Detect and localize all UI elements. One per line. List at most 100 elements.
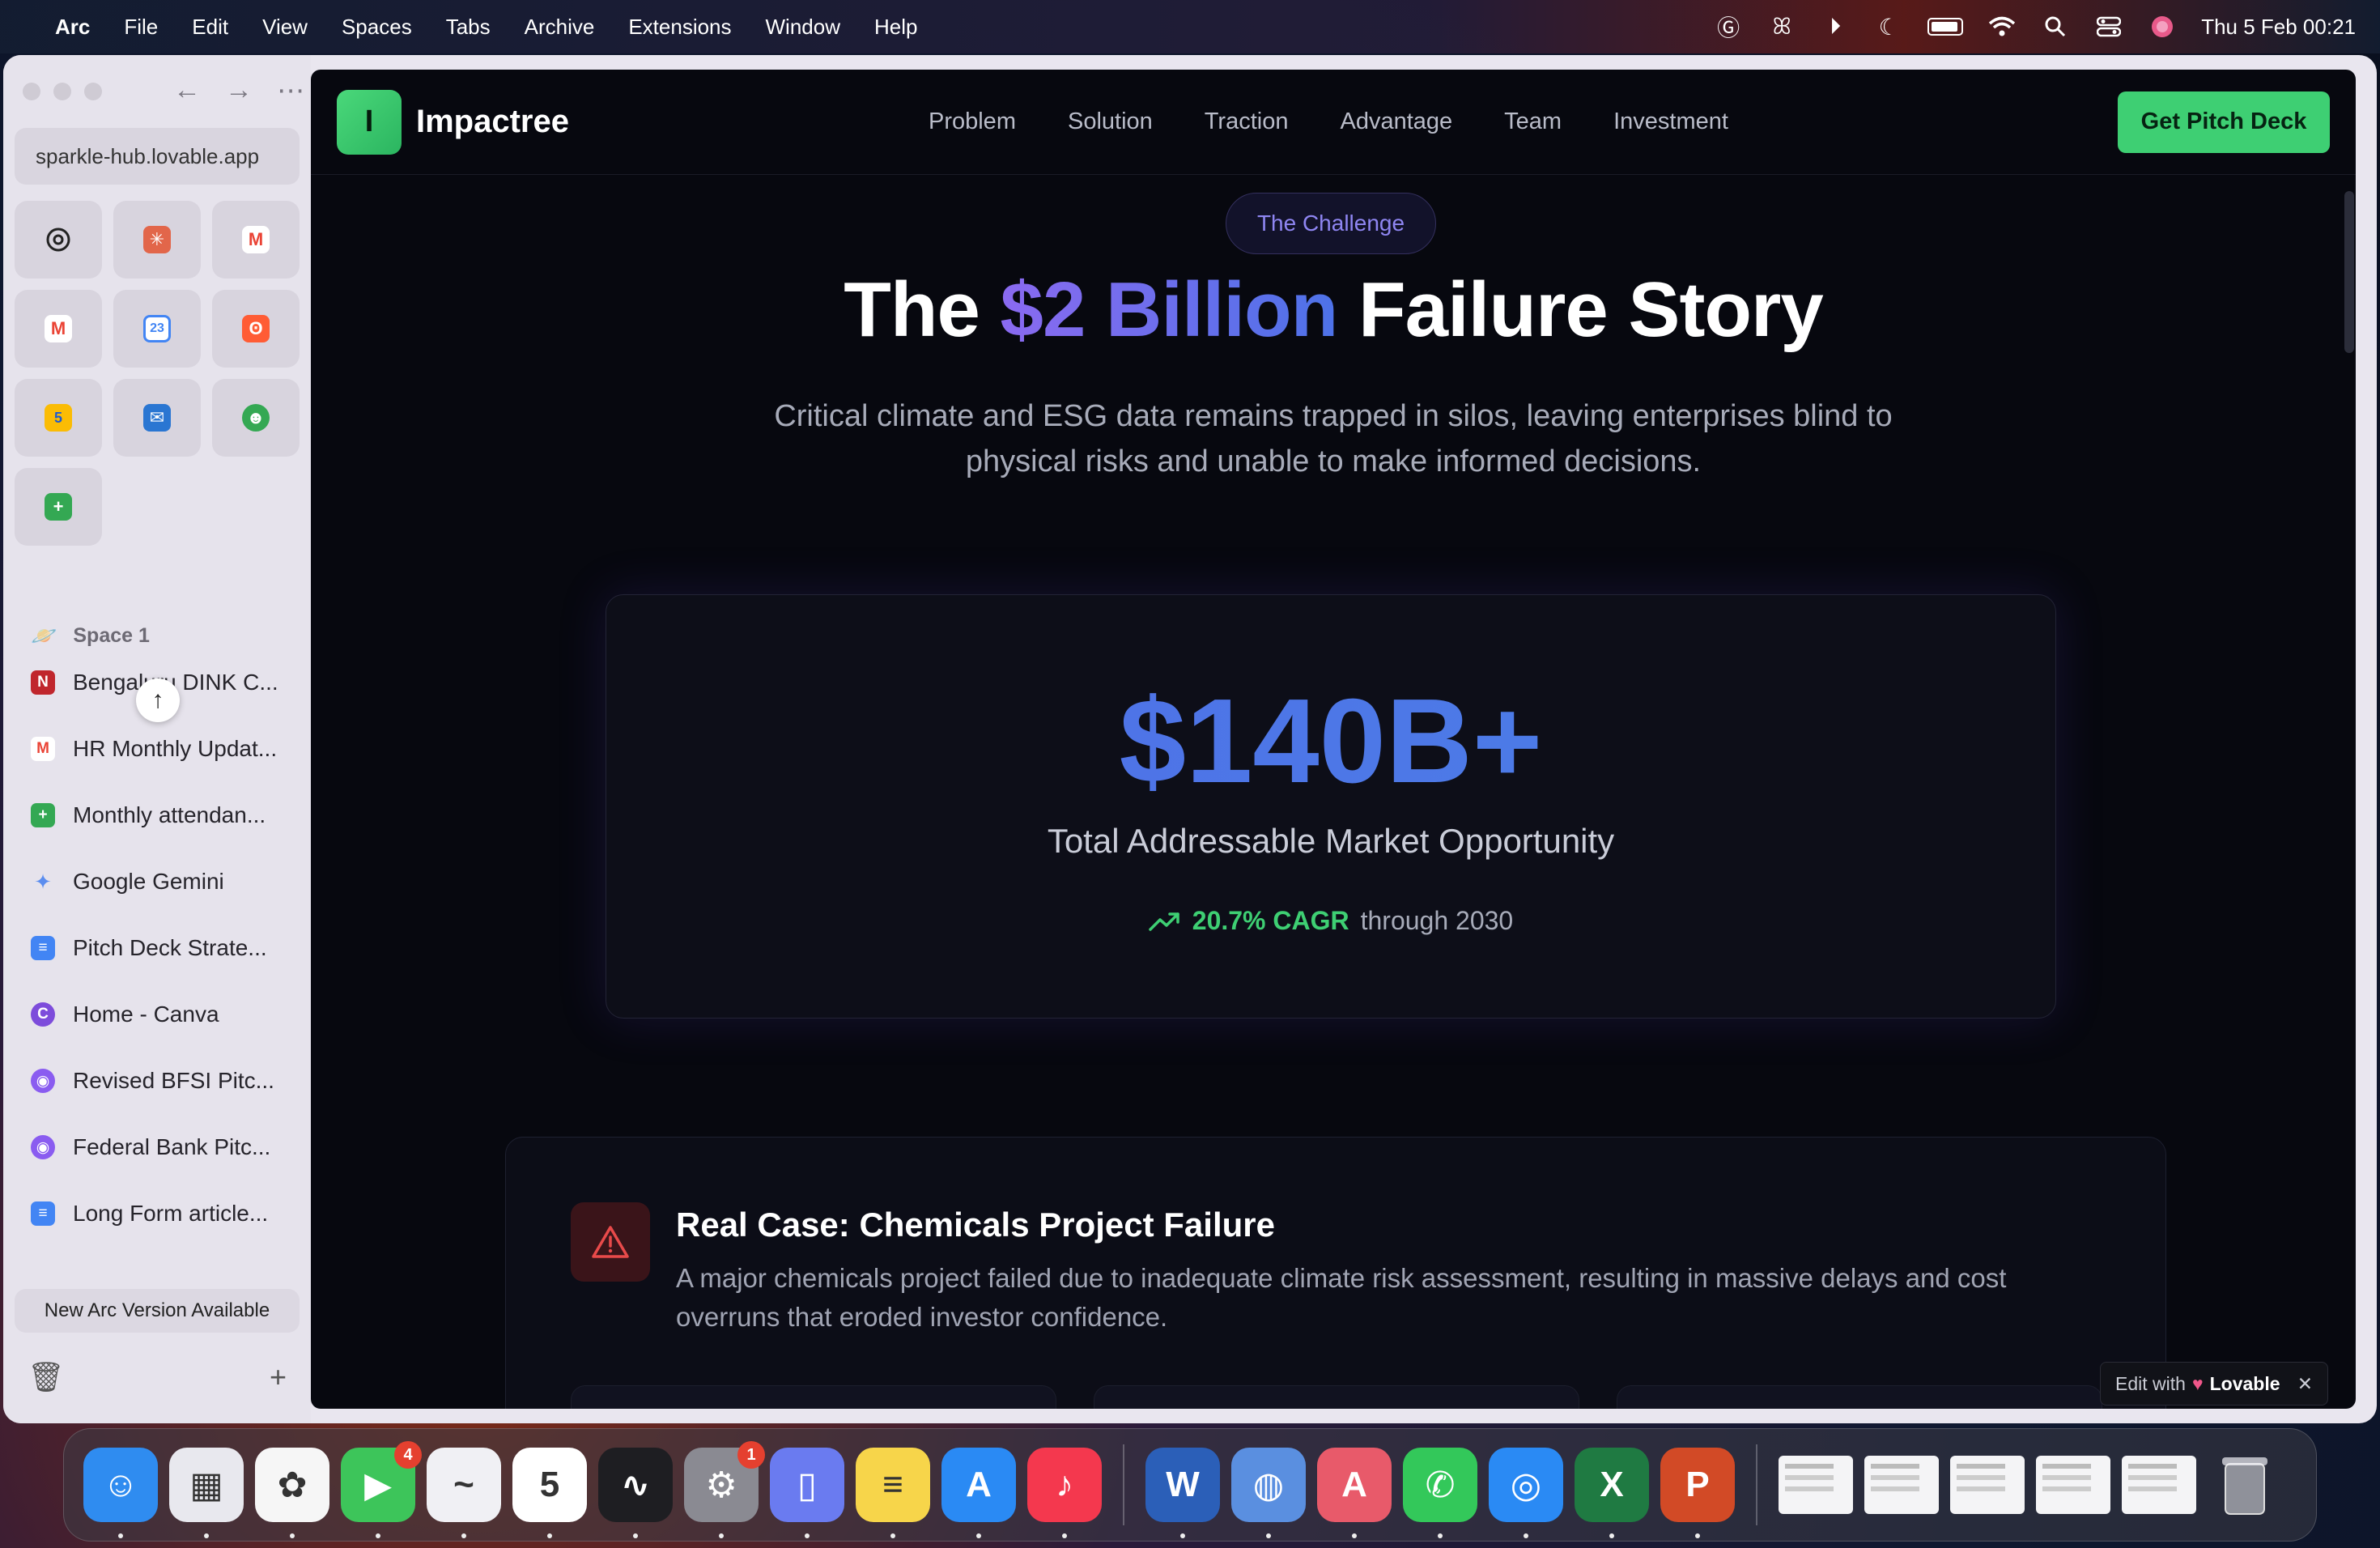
battery-icon[interactable] [1927,18,1964,36]
zoom-window-button[interactable] [84,83,102,100]
fav-claude[interactable]: ✳ [113,201,201,279]
stat-value: $140B+ [606,673,2055,810]
powerpoint-icon[interactable]: P [1660,1448,1735,1538]
notes-icon[interactable]: ≡ [856,1448,930,1538]
iphone-mirroring-icon[interactable]: ▯ [770,1448,844,1538]
update-available-button[interactable]: New Arc Version Available [15,1289,300,1333]
whatsapp-icon[interactable]: ✆ [1403,1448,1477,1538]
new-tab-plus-icon[interactable]: + [270,1360,287,1394]
grammarly-icon[interactable]: Ⓖ [1714,12,1743,41]
get-pitch-deck-button[interactable]: Get Pitch Deck [2118,91,2330,153]
fav-chatgpt[interactable] [15,201,102,279]
minimized-window-thumbnail[interactable] [2122,1456,2196,1514]
nav-advantage[interactable]: Advantage [1340,108,1452,135]
site-name[interactable]: Impactree [416,104,569,140]
edit-with-lovable-badge[interactable]: Edit with ♥ Lovable ✕ [2100,1362,2328,1406]
minimized-window-thumbnail[interactable] [1864,1456,1939,1514]
tab-item[interactable]: ✦ Google Gemini [3,848,311,915]
cloud-app-icon[interactable]: ◍ [1231,1448,1306,1538]
word-icon[interactable]: W [1145,1448,1220,1538]
minimized-window-thumbnail[interactable] [2036,1456,2110,1514]
running-indicator [118,1533,123,1538]
url-bar[interactable]: sparkle-hub.lovable.app [15,128,300,185]
moon-icon[interactable]: ☾ [1874,12,1903,41]
nav-solution[interactable]: Solution [1068,108,1153,135]
launchpad-icon[interactable]: ▦ [169,1448,244,1538]
page-subtitle: Critical climate and ESG data remains tr… [774,399,1893,478]
nav-team[interactable]: Team [1504,108,1562,135]
menu-file[interactable]: File [124,15,158,40]
menu-app-name[interactable]: Arc [55,15,90,40]
menu-help[interactable]: Help [874,15,917,40]
menu-view[interactable]: View [262,15,308,40]
fav-hubspot[interactable]: ʘ [212,290,300,368]
menu-clock[interactable]: Thu 5 Feb 00:21 [2201,15,2356,40]
safari-icon[interactable]: ◎ [1489,1448,1563,1538]
siri-icon[interactable] [2148,12,2177,41]
minimized-window-thumbnail[interactable] [1950,1456,2025,1514]
arc-icon[interactable]: A [1317,1448,1392,1538]
facetime-icon[interactable]: ▶ 4 [341,1441,422,1538]
space-header[interactable]: 🪐 Space 1 [31,623,150,649]
page-title: The $2 Billion Failure Story [311,266,2356,355]
menu-spaces[interactable]: Spaces [342,15,412,40]
wifi-icon[interactable] [1987,12,2017,41]
tab-item[interactable]: M HR Monthly Updat... [3,716,311,782]
fav-outlook[interactable]: ✉ [113,379,201,457]
fav-bot[interactable]: ☻ [212,379,300,457]
site-logo[interactable]: I [337,89,402,155]
tab-item[interactable]: ◉ Revised BFSI Pitc... [3,1048,311,1114]
fav-gmail-2[interactable]: M [15,290,102,368]
control-center-icon[interactable] [2094,12,2123,41]
outlook-icon: ✉ [143,404,171,432]
play-circle-icon[interactable]: ⏵ [1821,12,1850,41]
more-options-icon[interactable]: ⋯ [277,74,304,107]
menu-window[interactable]: Window [766,15,840,40]
system-settings-icon[interactable]: ⚙ 1 [684,1441,765,1538]
nav-investment[interactable]: Investment [1613,108,1728,135]
tab-item[interactable]: ≡ Long Form article... [3,1180,311,1247]
menu-edit[interactable]: Edit [192,15,228,40]
close-window-button[interactable] [23,83,40,100]
scroll-up-button[interactable]: ↑ [136,678,180,722]
tab-item[interactable]: C Home - Canva [3,981,311,1048]
excel-icon[interactable]: X [1575,1448,1649,1538]
page-scrollbar[interactable] [2344,191,2354,353]
menu-extensions[interactable]: Extensions [628,15,731,40]
minimized-window-thumbnail[interactable] [1779,1456,1853,1514]
activity-monitor-icon[interactable]: ∿ [598,1448,673,1538]
cagr-value: 20.7% CAGR [1192,906,1349,935]
headline-accent: $2 Billion [1000,266,1339,353]
close-icon[interactable]: ✕ [2297,1373,2313,1395]
butterfly-icon[interactable]: ꕤ [1767,12,1796,41]
back-arrow-icon[interactable]: ← [173,74,201,107]
fav-google-sheets[interactable]: + [15,468,102,546]
menu-archive[interactable]: Archive [525,15,595,40]
forward-arrow-icon[interactable]: → [225,74,253,107]
fav-gmail-1[interactable]: M [212,201,300,279]
tab-item[interactable]: ≡ Pitch Deck Strate... [3,915,311,981]
photos-icon[interactable]: ✿ [255,1448,329,1538]
app-store-icon[interactable]: A [941,1448,1016,1538]
music-icon[interactable]: ♪ [1027,1448,1102,1538]
calendar-icon[interactable]: 5 [512,1448,587,1538]
archive-icon[interactable]: 🗑 [28,1360,65,1394]
chatgpt-icon [46,228,70,252]
nav-traction[interactable]: Traction [1205,108,1289,135]
subcard [571,1385,1056,1409]
search-icon[interactable] [2041,12,2070,41]
warning-badge [571,1202,650,1282]
menu-tabs[interactable]: Tabs [446,15,491,40]
running-indicator [1180,1533,1185,1538]
minimize-window-button[interactable] [53,83,71,100]
fav-google-calendar[interactable]: 23 [113,290,201,368]
finder-icon[interactable]: ☺ [83,1448,158,1538]
case-title: Real Case: Chemicals Project Failure [676,1206,1275,1244]
fav-calendar[interactable]: 5 [15,379,102,457]
tab-item[interactable]: ◉ Federal Bank Pitc... [3,1114,311,1180]
trash-icon[interactable] [2208,1448,2282,1522]
dock-separator [1123,1444,1124,1525]
freeform-icon[interactable]: ~ [427,1448,501,1538]
nav-problem[interactable]: Problem [929,108,1016,135]
tab-item[interactable]: + Monthly attendan... [3,782,311,848]
